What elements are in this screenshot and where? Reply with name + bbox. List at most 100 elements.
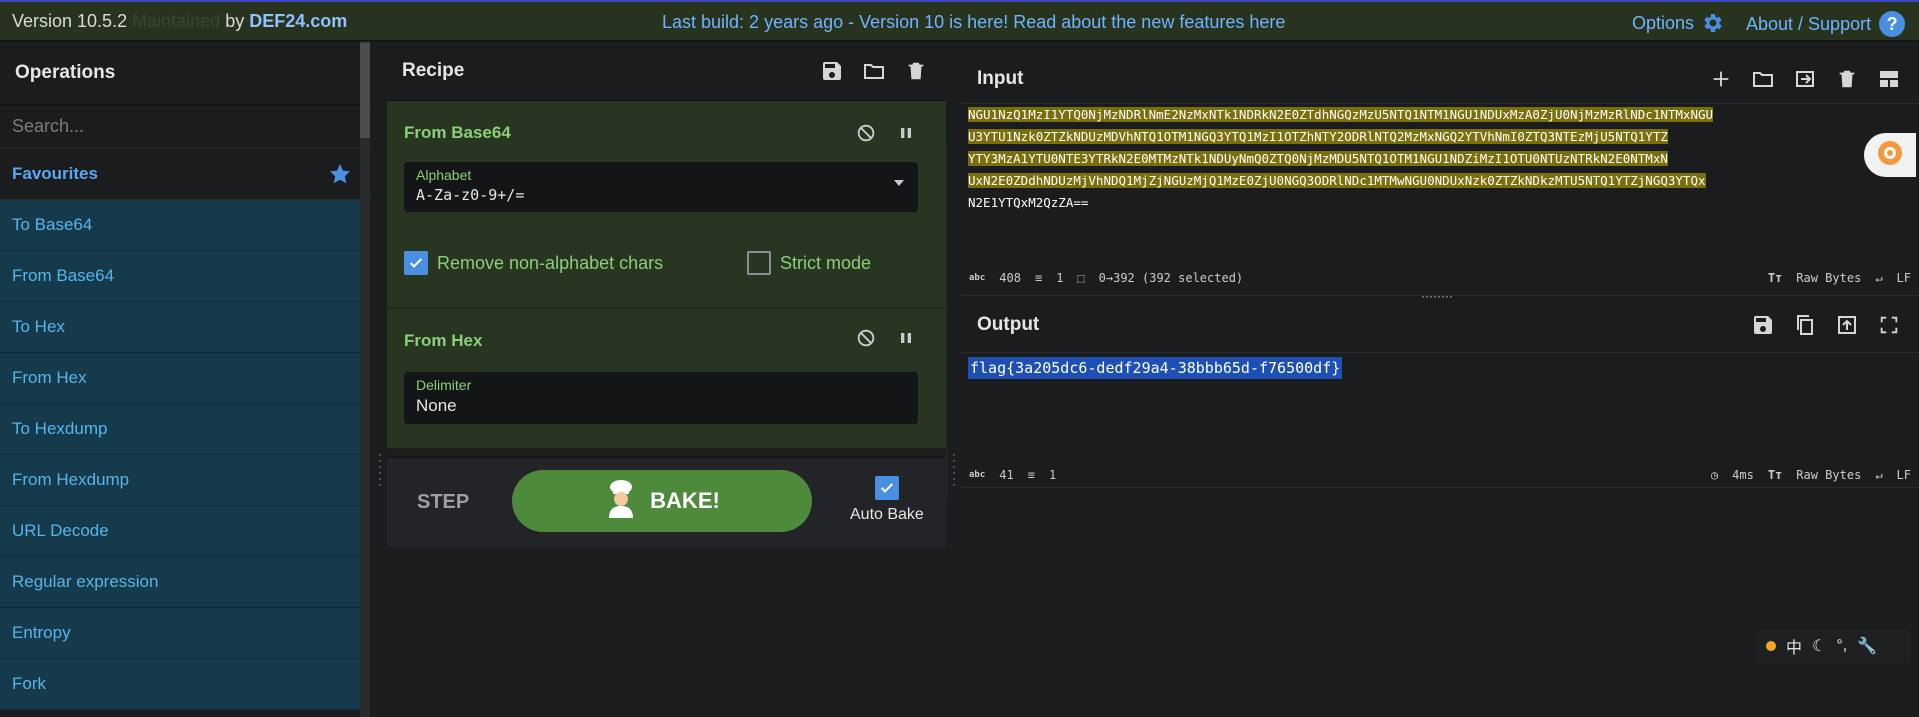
layout-icon[interactable] [1877, 67, 1901, 91]
delimiter-field[interactable]: Delimiter None [404, 372, 918, 424]
copy-icon[interactable] [1793, 313, 1817, 337]
eol-icon: ↵ [1875, 271, 1883, 285]
operation-title: From Base64 [404, 123, 511, 142]
operation-item[interactable]: To Base64 [0, 200, 370, 251]
step-button[interactable]: STEP [417, 491, 469, 514]
operation-item[interactable]: From Hex [0, 353, 370, 404]
recipe-header: Recipe [387, 41, 946, 101]
version-label: Version 10.5.2 Maintained by DEF24.com [12, 11, 348, 31]
divider [961, 352, 1919, 353]
input-title: Input [977, 68, 1024, 89]
pause-icon[interactable] [894, 121, 918, 145]
disable-icon[interactable] [854, 326, 878, 350]
save-icon[interactable] [820, 59, 844, 83]
moon-icon[interactable]: ☾ [1812, 636, 1826, 656]
output-encoding[interactable]: Raw Bytes [1796, 468, 1861, 482]
operation-list: To Base64 From Base64 To Hex From Hex To… [0, 200, 372, 710]
operations-panel: Operations Search... Favourites To Base6… [0, 41, 372, 717]
recipe-toolbar [820, 59, 928, 83]
output-status-bar: abc 41 ≡ 1 ◷ 4ms Tт Raw Bytes ↵ LF [969, 464, 1911, 486]
bake-button[interactable]: BAKE! [512, 470, 812, 532]
output-title: Output [977, 314, 1040, 335]
floating-assistant-button[interactable] [1864, 133, 1916, 177]
folder-icon[interactable] [1751, 67, 1775, 91]
alphabet-dropdown[interactable]: Alphabet A-Za-z0-9+/= [404, 162, 918, 212]
maximize-icon[interactable] [1877, 313, 1901, 337]
wrench-icon[interactable]: 🔧 [1857, 636, 1877, 656]
input-toolbar [1709, 67, 1901, 91]
field-label: Delimiter [416, 377, 472, 393]
field-value: A-Za-z0-9+/= [416, 186, 525, 204]
output-header: Output [961, 297, 1919, 353]
operation-item[interactable]: URL Decode [0, 506, 370, 557]
field-label: Alphabet [416, 167, 472, 183]
chef-icon [604, 478, 638, 524]
operation-item[interactable]: To Hexdump [0, 404, 370, 455]
star-icon[interactable] [328, 162, 352, 186]
operations-scrollbar[interactable] [360, 41, 370, 717]
trash-icon[interactable] [1835, 67, 1859, 91]
open-file-icon[interactable] [1793, 67, 1817, 91]
ime-language[interactable]: 中 [1786, 634, 1802, 658]
output-line-count: 1 [1048, 468, 1057, 482]
line-count-icon: ≡ [1034, 271, 1043, 285]
splitter-recipe-io[interactable]: · · · · · · [947, 41, 961, 717]
input-encoding[interactable]: Raw Bytes [1796, 271, 1861, 285]
checkbox-unchecked-icon[interactable] [747, 251, 771, 275]
output-textarea[interactable]: flag{3a205dc6-dedf29a4-38bbb65d-f76500df… [968, 357, 1343, 379]
disable-icon[interactable] [854, 121, 878, 145]
drag-handle-icon[interactable]: · · · · · · [951, 448, 957, 490]
options-button[interactable]: Options [1632, 11, 1724, 35]
top-banner: Version 10.5.2 Maintained by DEF24.com L… [0, 0, 1919, 41]
brand-link[interactable]: DEF24.com [249, 11, 347, 31]
recipe-title: Recipe [402, 59, 465, 81]
operation-from-hex: From Hex Delimiter None [387, 309, 946, 449]
operation-item[interactable]: Fork [0, 659, 370, 710]
search-input[interactable]: Search... [0, 105, 372, 148]
recipe-panel: Recipe From Base64 Alphabet A-Za-z0-9+/=… [387, 41, 958, 717]
char-count-icon: abc [969, 470, 986, 480]
pause-icon[interactable] [894, 326, 918, 350]
maintained-text: Maintained [132, 11, 221, 31]
input-header: Input [961, 51, 1919, 107]
input-line: YTY3MzA1YTU0NTE3YTRkN2E0MTMzNTk1NDUyNmQ0… [968, 151, 1668, 166]
gear-icon [1700, 11, 1724, 35]
bake-time: 4ms [1732, 468, 1754, 482]
cyberchef-app: Version 10.5.2 Maintained by DEF24.com L… [0, 0, 1919, 717]
operation-item[interactable]: To Hex [0, 302, 370, 353]
replace-input-icon[interactable] [1835, 313, 1859, 337]
input-textarea[interactable]: NGU1NzQ1MzI1YTQ0NjMzNDRlNmE2NzMxNTk1NDRk… [968, 104, 1913, 214]
favourites-header[interactable]: Favourites [0, 148, 372, 200]
line-count-icon: ≡ [1027, 468, 1035, 482]
input-line: NGU1NzQ1MzI1YTQ0NjMzNDRlNmE2NzMxNTk1NDRk… [968, 107, 1714, 122]
plus-icon[interactable] [1709, 67, 1733, 91]
splitter-ops-recipe[interactable]: · · · · · · [373, 41, 387, 717]
field-value: None [416, 396, 457, 415]
operation-item[interactable]: Regular expression [0, 557, 370, 608]
drag-handle-icon[interactable]: · · · · · · [377, 448, 383, 490]
strict-mode-checkbox[interactable]: Strict mode [747, 251, 871, 275]
operation-title: From Hex [404, 331, 483, 350]
auto-bake-checkbox[interactable]: Auto Bake [850, 476, 924, 524]
operation-item[interactable]: Entropy [0, 608, 370, 659]
folder-icon[interactable] [862, 59, 886, 83]
save-icon[interactable] [1751, 313, 1775, 337]
punctuation-icon[interactable]: °, [1836, 637, 1847, 655]
orange-flower-icon [1875, 138, 1905, 173]
trash-icon[interactable] [904, 59, 928, 83]
operation-item[interactable]: From Hexdump [0, 455, 370, 506]
checkbox-checked-icon[interactable] [874, 476, 899, 500]
chevron-down-icon [894, 180, 904, 186]
input-line-unselected: N2E1YTQxM2QzZA== [968, 195, 1089, 210]
dot-icon[interactable] [1766, 641, 1776, 651]
ime-toolbar: 中 ☾ °, 🔧 [1756, 630, 1911, 662]
remove-non-alphabet-checkbox[interactable]: Remove non-alphabet chars [404, 251, 663, 275]
last-build-link[interactable]: Last build: 2 years ago - Version 10 is … [662, 12, 1285, 33]
input-eol[interactable]: LF [1897, 271, 1911, 285]
output-eol[interactable]: LF [1897, 468, 1911, 482]
about-support-button[interactable]: About / Support ? [1746, 11, 1906, 37]
operation-item[interactable]: From Base64 [0, 251, 370, 302]
scrollbar-thumb[interactable] [360, 43, 370, 138]
output-char-count: 41 [999, 468, 1014, 482]
checkbox-checked-icon[interactable] [404, 251, 428, 275]
